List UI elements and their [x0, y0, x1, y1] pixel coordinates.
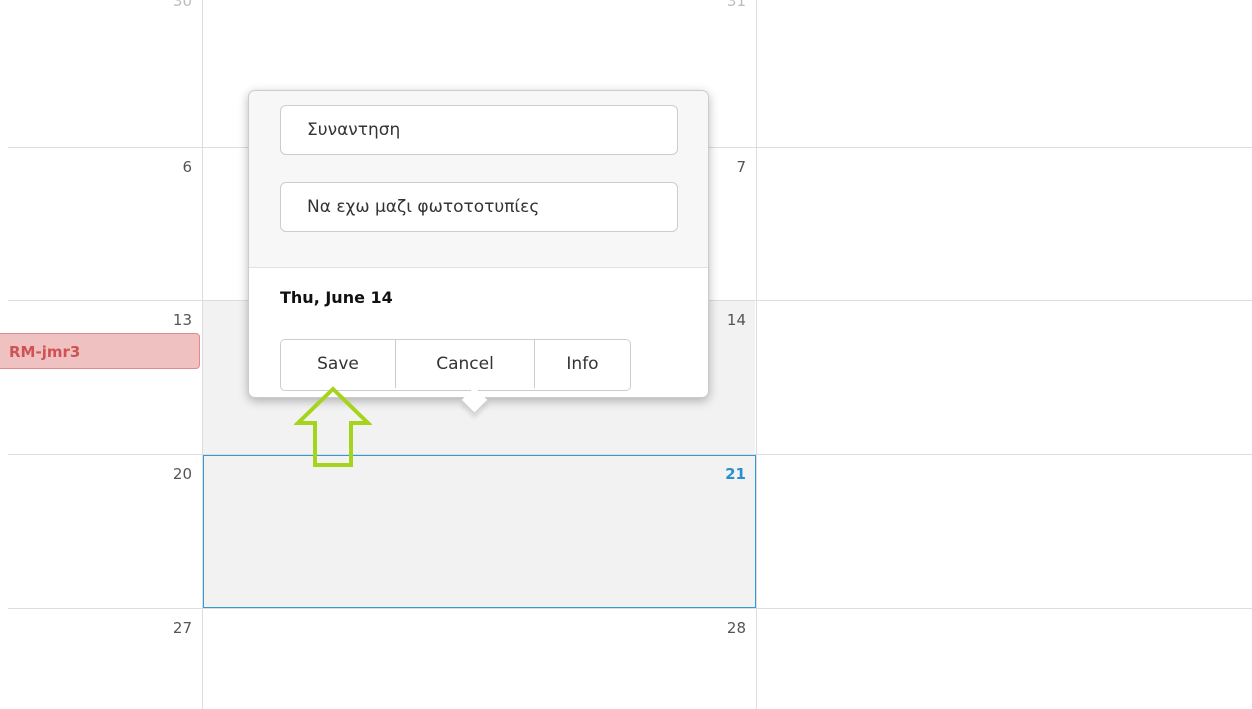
day-number[interactable]: 30 [152, 0, 192, 10]
day-number[interactable]: 28 [706, 619, 746, 637]
day-number[interactable]: 7 [706, 158, 746, 176]
day-divider [756, 0, 757, 709]
cancel-button[interactable]: Cancel [395, 340, 534, 388]
day-divider [202, 0, 203, 709]
day-number[interactable]: 20 [152, 465, 192, 483]
info-button[interactable]: Info [534, 340, 630, 388]
today-cell[interactable] [203, 455, 756, 608]
calendar-month-view: 30 31 6 7 13 14 20 21 27 28 RM-jmr3 Thu,… [0, 0, 1252, 709]
event-description-input[interactable] [280, 182, 678, 232]
week-divider [8, 454, 1252, 455]
day-number[interactable]: 31 [706, 0, 746, 10]
today-day-number[interactable]: 21 [706, 465, 746, 483]
save-button[interactable]: Save [281, 340, 395, 388]
up-arrow-icon [294, 386, 372, 467]
day-number[interactable]: 27 [152, 619, 192, 637]
event-date-label: Thu, June 14 [280, 288, 393, 307]
popover-button-group: Save Cancel Info [280, 339, 631, 391]
day-number[interactable]: 13 [152, 311, 192, 329]
week-divider [8, 608, 1252, 609]
event-popover: Thu, June 14 Save Cancel Info [248, 90, 709, 414]
calendar-event[interactable]: RM-jmr3 [0, 333, 200, 369]
day-number[interactable]: 6 [152, 158, 192, 176]
day-number[interactable]: 14 [706, 311, 746, 329]
event-title-input[interactable] [280, 105, 678, 155]
event-label: RM-jmr3 [9, 343, 81, 361]
